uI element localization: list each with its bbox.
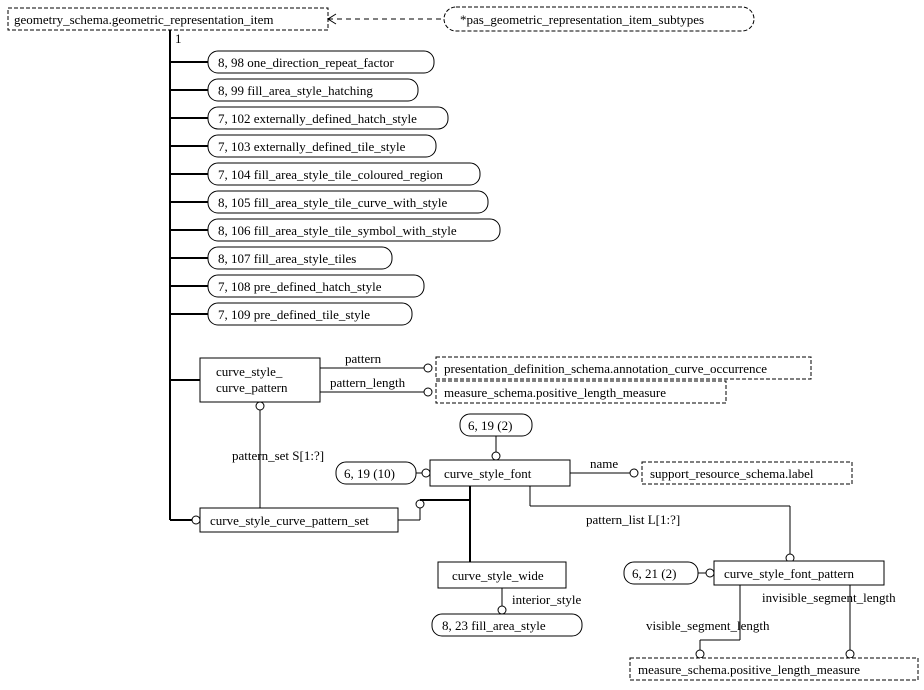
attr-label: pattern_length	[330, 375, 406, 390]
endpoint-icon	[846, 650, 854, 658]
attr-label: invisible_segment_length	[762, 590, 896, 605]
svg-text:7, 103 externally_defined_tile: 7, 103 externally_defined_tile_style	[218, 139, 406, 154]
subtype-row: 8, 98 one_direction_repeat_factor	[170, 51, 434, 73]
page-ref-label: 6, 21 (2)	[632, 566, 676, 581]
diagram-canvas: geometry_schema.geometric_representation…	[0, 0, 924, 690]
svg-text:8, 106 fill_area_style_tile_sy: 8, 106 fill_area_style_tile_symbol_with_…	[218, 223, 457, 238]
endpoint-icon	[424, 364, 432, 372]
entity-label: curve_style_wide	[452, 568, 544, 583]
endpoint-icon	[192, 516, 200, 524]
ref-label: measure_schema.positive_length_measure	[638, 662, 860, 677]
subtype-row: 8, 107 fill_area_style_tiles	[170, 247, 392, 269]
entity-label: curve_pattern	[216, 380, 288, 395]
subtype-row: 7, 103 externally_defined_tile_style	[170, 135, 436, 157]
svg-text:7, 104 fill_area_style_tile_co: 7, 104 fill_area_style_tile_coloured_reg…	[218, 167, 443, 182]
one-label: 1	[175, 31, 182, 46]
endpoint-icon	[256, 402, 264, 410]
attr-label: name	[590, 456, 618, 471]
svg-text:7, 102 externally_defined_hatc: 7, 102 externally_defined_hatch_style	[218, 111, 417, 126]
endpoint-icon	[630, 469, 638, 477]
ref-label: 8, 23 fill_area_style	[442, 618, 546, 633]
attr-label: pattern_set S[1:?]	[232, 448, 324, 463]
entity-label: curve_style_	[216, 364, 283, 379]
svg-text:7, 108 pre_defined_hatch_style: 7, 108 pre_defined_hatch_style	[218, 279, 382, 294]
subtype-row: 7, 108 pre_defined_hatch_style	[170, 275, 424, 297]
subtype-row: 8, 105 fill_area_style_tile_curve_with_s…	[170, 191, 488, 213]
attr-label: pattern	[345, 351, 382, 366]
endpoint-icon	[706, 569, 714, 577]
root-entity-label: geometry_schema.geometric_representation…	[14, 12, 274, 27]
endpoint-icon	[492, 452, 500, 460]
ref-label: measure_schema.positive_length_measure	[444, 385, 666, 400]
ref-label: presentation_definition_schema.annotatio…	[444, 361, 767, 376]
subtype-row: 8, 106 fill_area_style_tile_symbol_with_…	[170, 219, 500, 241]
svg-text:8, 98 one_direction_repeat_fac: 8, 98 one_direction_repeat_factor	[218, 55, 394, 70]
endpoint-icon	[416, 500, 424, 508]
endpoint-icon	[422, 469, 430, 477]
endpoint-icon	[424, 388, 432, 396]
svg-text:8, 107 fill_area_style_tiles: 8, 107 fill_area_style_tiles	[218, 251, 356, 266]
svg-text:8, 99 fill_area_style_hatching: 8, 99 fill_area_style_hatching	[218, 83, 373, 98]
endpoint-icon	[696, 650, 704, 658]
attr-label: pattern_list L[1:?]	[586, 512, 680, 527]
entity-label: curve_style_font	[444, 466, 532, 481]
page-ref-label: 6, 19 (10)	[344, 466, 395, 481]
entity-label: curve_style_font_pattern	[724, 566, 854, 581]
attr-label: interior_style	[512, 592, 582, 607]
subtype-list: 8, 98 one_direction_repeat_factor 8, 99 …	[170, 51, 500, 325]
page-ref-label: 6, 19 (2)	[468, 418, 512, 433]
subtype-row: 7, 109 pre_defined_tile_style	[170, 303, 412, 325]
endpoint-icon	[498, 606, 506, 614]
subtype-row: 7, 104 fill_area_style_tile_coloured_reg…	[170, 163, 480, 185]
ref-label: support_resource_schema.label	[650, 466, 814, 481]
svg-text:8, 105 fill_area_style_tile_cu: 8, 105 fill_area_style_tile_curve_with_s…	[218, 195, 447, 210]
subtype-row: 7, 102 externally_defined_hatch_style	[170, 107, 448, 129]
entity-label: curve_style_curve_pattern_set	[210, 513, 369, 528]
subtype-row: 8, 99 fill_area_style_hatching	[170, 79, 418, 101]
constraint-label: *pas_geometric_representation_item_subty…	[460, 12, 704, 27]
attr-label: visible_segment_length	[646, 618, 770, 633]
svg-text:7, 109 pre_defined_tile_style: 7, 109 pre_defined_tile_style	[218, 307, 370, 322]
